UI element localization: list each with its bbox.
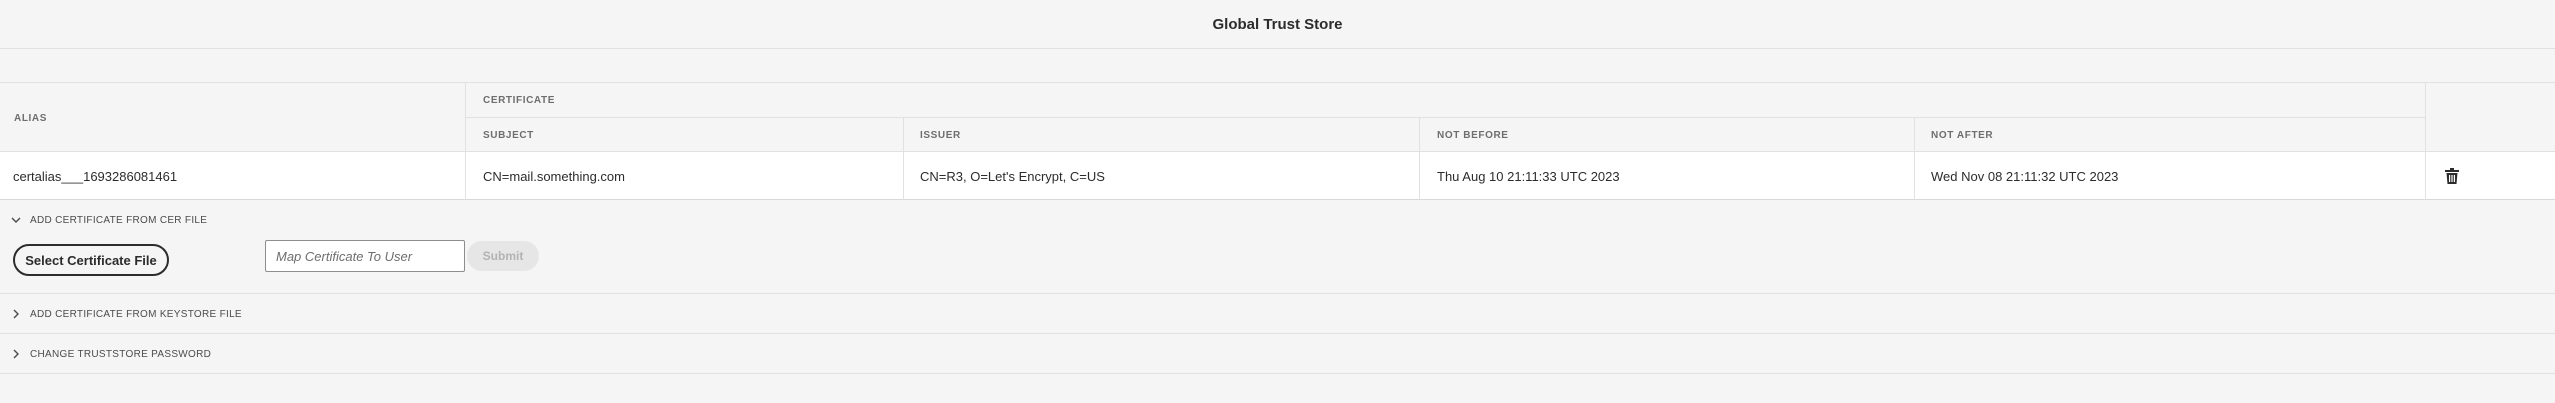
column-divider	[2425, 83, 2426, 153]
select-certificate-file-button[interactable]: Select Certificate File	[13, 244, 169, 276]
not-after-cell: Wed Nov 08 21:11:32 UTC 2023	[1931, 168, 2119, 184]
section-toggle-password[interactable]: CHANGE TRUSTSTORE PASSWORD	[10, 347, 211, 361]
column-divider	[903, 118, 904, 153]
subject-cell: CN=mail.something.com	[483, 168, 625, 184]
column-divider	[465, 83, 466, 153]
map-certificate-to-user-input[interactable]	[265, 240, 465, 272]
alias-cell: certalias___1693286081461	[13, 168, 178, 184]
page-title: Global Trust Store	[1212, 15, 1343, 33]
section-label: ADD CERTIFICATE FROM CER FILE	[30, 214, 208, 226]
section-add-keystore: ADD CERTIFICATE FROM KEYSTORE FILE	[0, 294, 2555, 334]
trust-store-table: ALIAS CERTIFICATE SUBJECT ISSUER NOT BEF…	[0, 82, 2555, 200]
column-divider	[1914, 152, 1915, 200]
column-group-certificate: CERTIFICATE	[483, 95, 555, 106]
section-toggle-cer[interactable]: ADD CERTIFICATE FROM CER FILE	[10, 213, 207, 227]
column-divider	[465, 152, 466, 200]
trash-icon[interactable]	[2445, 168, 2459, 184]
section-label: ADD CERTIFICATE FROM KEYSTORE FILE	[30, 308, 242, 320]
chevron-right-icon	[10, 308, 22, 320]
column-divider	[1914, 118, 1915, 153]
header-divider	[465, 117, 2425, 118]
chevron-down-icon	[10, 214, 22, 226]
column-header-alias: ALIAS	[14, 113, 47, 124]
column-header-not-before: NOT BEFORE	[1437, 130, 1509, 141]
table-header: ALIAS CERTIFICATE SUBJECT ISSUER NOT BEF…	[0, 82, 2555, 153]
section-change-password: CHANGE TRUSTSTORE PASSWORD	[0, 334, 2555, 374]
column-header-not-after: NOT AFTER	[1931, 130, 1994, 141]
page-header: Global Trust Store	[0, 0, 2555, 49]
issuer-cell: CN=R3, O=Let's Encrypt, C=US	[920, 168, 1105, 184]
column-header-subject: SUBJECT	[483, 130, 534, 141]
section-label: CHANGE TRUSTSTORE PASSWORD	[30, 348, 212, 360]
chevron-right-icon	[10, 348, 22, 360]
not-before-cell: Thu Aug 10 21:11:33 UTC 2023	[1437, 168, 1620, 184]
section-toggle-keystore[interactable]: ADD CERTIFICATE FROM KEYSTORE FILE	[10, 307, 242, 321]
table-row[interactable]: certalias___1693286081461 CN=mail.someth…	[0, 152, 2555, 200]
column-header-issuer: ISSUER	[920, 130, 961, 141]
column-divider	[1419, 152, 1420, 200]
column-divider	[2425, 152, 2426, 200]
submit-button[interactable]: Submit	[467, 241, 539, 271]
column-divider	[903, 152, 904, 200]
column-divider	[1419, 118, 1420, 153]
